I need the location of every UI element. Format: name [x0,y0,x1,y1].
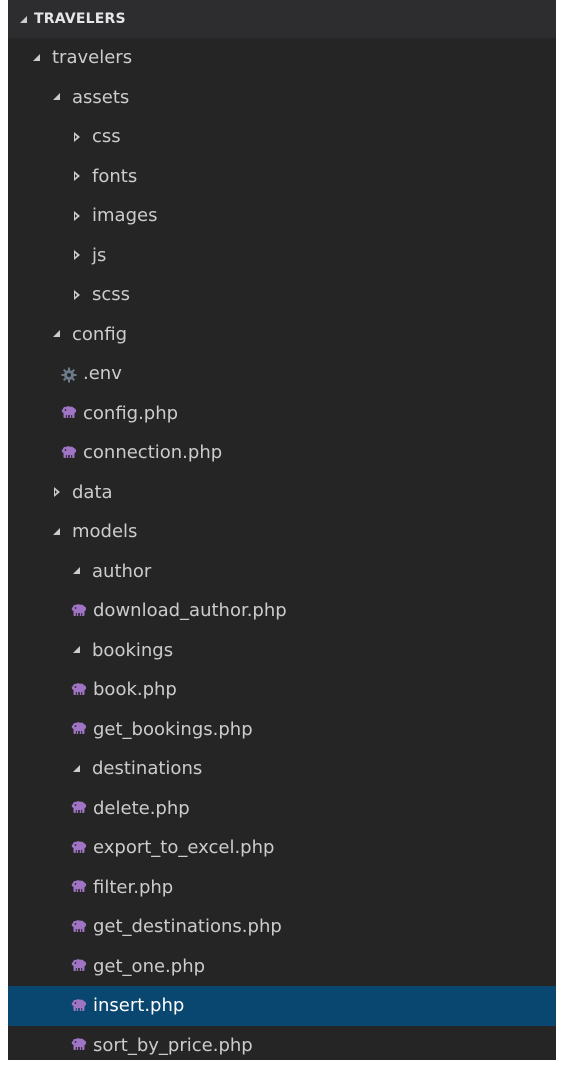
php-elephant-icon [71,722,87,736]
tree-item-label: download_author.php [93,600,287,622]
tree-file-delete-php[interactable]: delete.php [8,789,556,829]
tree-folder-destinations[interactable]: destinations [8,749,556,789]
tree-folder-data[interactable]: data [8,473,556,513]
tree-folder-models[interactable]: models [8,512,556,552]
tree-item-label: destinations [92,758,203,780]
explorer-section-header[interactable]: TRAVELERS [8,0,556,38]
file-explorer: TRAVELERS travelers assets css fonts images j… [8,0,556,1060]
tree-folder-config[interactable]: config [8,315,556,355]
tree-item-label: export_to_excel.php [93,837,275,859]
tree-folder-fonts[interactable]: fonts [8,157,556,197]
collapsed-triangle-icon[interactable] [71,210,83,222]
tree-item-label: insert.php [93,995,185,1017]
expanded-triangle-icon[interactable] [71,644,83,656]
tree-file-export-to-excel-php[interactable]: export_to_excel.php [8,828,556,868]
tree-folder-css[interactable]: css [8,117,556,157]
tree-file-filter-php[interactable]: filter.php [8,868,556,908]
tree-item-label: author [92,560,152,582]
php-elephant-icon [71,959,87,973]
collapsed-triangle-icon[interactable] [51,486,63,498]
tree-item-label: book.php [93,679,177,701]
tree-folder-images[interactable]: images [8,196,556,236]
tree-item-label: bookings [92,639,174,661]
tree-folder-scss[interactable]: scss [8,275,556,315]
tree-folder-travelers[interactable]: travelers [8,38,556,78]
section-expanded-icon[interactable] [18,14,28,24]
expanded-triangle-icon[interactable] [71,763,83,775]
tree-item-label: images [92,205,158,227]
tree-item-label: config.php [83,402,179,424]
tree-item-label: css [92,126,121,148]
collapsed-triangle-icon[interactable] [71,249,83,261]
tree-folder-js[interactable]: js [8,236,556,276]
expanded-triangle-icon[interactable] [71,565,83,577]
tree-item-label: js [92,244,107,266]
tree-folder-author[interactable]: author [8,552,556,592]
php-elephant-icon [71,801,87,815]
tree-folder-assets[interactable]: assets [8,78,556,118]
tree-item-label: delete.php [93,797,190,819]
tree-item-label: get_bookings.php [93,718,253,740]
php-elephant-icon [71,998,87,1013]
tree-item-label: assets [72,86,130,108]
tree-item-label: .env [83,363,122,385]
tree-file-insert-php[interactable]: insert.php [8,986,556,1026]
tree-item-label: fonts [92,165,138,187]
php-elephant-icon [71,682,87,697]
tree-file-book-php[interactable]: book.php [8,670,556,710]
collapsed-triangle-icon[interactable] [71,131,83,143]
expanded-triangle-icon[interactable] [51,526,63,538]
collapsed-triangle-icon[interactable] [71,289,83,301]
collapsed-triangle-icon[interactable] [71,170,83,182]
php-elephant-icon [61,406,77,420]
php-elephant-icon [71,919,87,934]
tree-file-get-destinations-php[interactable]: get_destinations.php [8,907,556,947]
tree-item-label: get_destinations.php [93,916,282,938]
gear-icon [61,367,77,383]
php-elephant-icon [71,603,87,618]
tree-item-label: models [72,521,138,543]
screenshot-frame: TRAVELERS travelers assets css fonts images j… [0,0,562,1065]
expanded-triangle-icon[interactable] [51,328,63,340]
tree-item-label: travelers [52,47,133,69]
tree-item-label: scss [92,284,131,306]
php-elephant-icon [71,880,87,894]
tree-item-label: filter.php [93,876,174,898]
tree-item-label: connection.php [83,442,223,464]
tree-item-label: get_one.php [93,955,206,977]
section-title: TRAVELERS [34,11,126,27]
tree-file-env[interactable]: .env [8,354,556,394]
tree-file-connection-php[interactable]: connection.php [8,433,556,473]
expanded-triangle-icon[interactable] [51,91,63,103]
tree-file-download-author-php[interactable]: download_author.php [8,591,556,631]
tree-folder-bookings[interactable]: bookings [8,631,556,671]
php-elephant-icon [71,1038,87,1052]
tree-item-label: sort_by_price.php [93,1034,253,1056]
expanded-triangle-icon[interactable] [31,52,43,64]
tree-item-label: config [72,323,128,345]
php-elephant-icon [61,445,77,460]
tree-file-config-php[interactable]: config.php [8,394,556,434]
tree-file-get-one-php[interactable]: get_one.php [8,947,556,987]
php-elephant-icon [71,840,87,855]
tree-item-label: data [72,481,113,503]
tree-file-sort-by-price-php[interactable]: sort_by_price.php [8,1026,556,1061]
tree-file-get-bookings-php[interactable]: get_bookings.php [8,710,556,750]
